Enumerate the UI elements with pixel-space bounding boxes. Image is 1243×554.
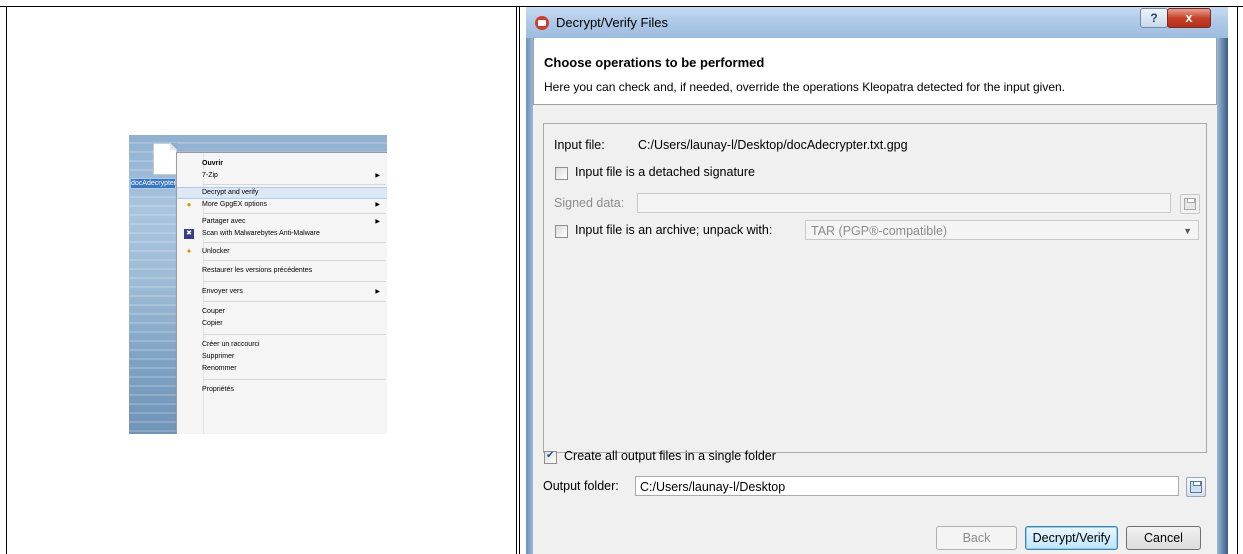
- context-menu-screenshot: docAdecrypter.txt.gpg Ouvrir 7-Zip ▶ Dec…: [129, 135, 387, 434]
- menu-item-decrypt-and-verify[interactable]: Decrypt and verify: [177, 187, 387, 199]
- menu-item-delete[interactable]: Supprimer: [177, 351, 387, 363]
- back-button[interactable]: Back: [936, 526, 1017, 550]
- single-folder-checkbox[interactable]: [544, 450, 557, 464]
- menu-separator: [203, 242, 386, 243]
- signed-data-label: Signed data:: [554, 196, 625, 210]
- header-title: Choose operations to be performed: [544, 55, 765, 70]
- header-subtitle: Here you can check and, if needed, overr…: [544, 80, 1066, 94]
- signed-data-browse-button[interactable]: [1180, 194, 1200, 214]
- operations-group: Input file: C:/Users/launay-l/Desktop/do…: [543, 123, 1207, 453]
- kleopatra-app-icon: [535, 16, 549, 30]
- input-file-label: Input file:: [554, 138, 605, 152]
- submenu-arrow-icon: ▶: [375, 202, 380, 208]
- decrypt-verify-button[interactable]: Decrypt/Verify: [1025, 526, 1118, 550]
- menu-separator: [203, 281, 386, 282]
- wizard-header: Choose operations to be performed Here y…: [533, 38, 1217, 105]
- dialog-title: Decrypt/Verify Files: [556, 15, 668, 30]
- menu-item-create-shortcut[interactable]: Créer un raccourci: [177, 339, 387, 351]
- single-folder-label: Create all output files in a single fold…: [564, 449, 776, 463]
- table-column-divider-2: [519, 6, 520, 554]
- wand-icon: ✦: [185, 247, 193, 256]
- menu-item-7zip[interactable]: 7-Zip ▶: [177, 170, 387, 182]
- menu-item-properties[interactable]: Propriétés: [177, 384, 387, 396]
- cancel-button[interactable]: Cancel: [1126, 526, 1201, 550]
- menu-separator: [203, 260, 386, 261]
- menu-item-more-gpgex-options[interactable]: ● More GpgEX options ▶: [177, 199, 387, 211]
- menu-separator: [203, 301, 386, 302]
- submenu-arrow-icon: ▶: [375, 289, 380, 295]
- archive-label: Input file is an archive; unpack with:: [575, 223, 773, 237]
- menu-item-cut[interactable]: Couper: [177, 306, 387, 318]
- table-right-border: [1237, 6, 1238, 554]
- menu-item-rename[interactable]: Renommer: [177, 363, 387, 375]
- lock-icon: ●: [186, 200, 192, 209]
- chevron-down-icon: ▼: [1183, 226, 1192, 236]
- signed-data-input[interactable]: [637, 193, 1171, 213]
- detached-signature-label: Input file is a detached signature: [575, 165, 755, 179]
- archive-checkbox[interactable]: [555, 225, 568, 238]
- menu-separator: [203, 379, 386, 380]
- decrypt-verify-dialog: Decrypt/Verify Files ? x Choose operatio…: [526, 7, 1228, 554]
- output-folder-label: Output folder:: [543, 479, 619, 493]
- file-name-label: docAdecrypter.txt.gpg: [131, 179, 175, 188]
- input-file-value: C:/Users/launay-l/Desktop/docAdecrypter.…: [638, 138, 908, 152]
- menu-item-send-to[interactable]: Envoyer vers ▶: [177, 286, 387, 298]
- table-column-divider: [516, 6, 517, 554]
- submenu-arrow-icon: ▶: [375, 219, 380, 225]
- help-button[interactable]: ?: [1140, 8, 1168, 28]
- context-menu: Ouvrir 7-Zip ▶ Decrypt and verify ● More…: [176, 152, 387, 434]
- archive-format-select[interactable]: TAR (PGP®-compatible) ▼: [805, 220, 1199, 240]
- menu-separator: [203, 334, 386, 335]
- submenu-arrow-icon: ▶: [375, 173, 380, 179]
- detached-signature-checkbox[interactable]: [555, 167, 568, 180]
- menu-item-malwarebytes-scan[interactable]: ✖ Scan with Malwarebytes Anti-Malware: [177, 228, 387, 240]
- dialog-titlebar[interactable]: Decrypt/Verify Files ? x: [526, 7, 1228, 38]
- menu-separator: [203, 213, 386, 214]
- table-left-border: [6, 6, 7, 554]
- menu-item-restore-previous-versions[interactable]: Restaurer les versions précédentes: [177, 265, 387, 277]
- menu-separator: [203, 184, 386, 185]
- floppy-disk-icon: [1184, 198, 1196, 210]
- gpg-file-icon[interactable]: [153, 143, 177, 175]
- output-folder-browse-button[interactable]: [1186, 477, 1206, 497]
- malwarebytes-icon: ✖: [184, 229, 194, 239]
- dialog-client-area: Choose operations to be performed Here y…: [533, 38, 1217, 554]
- menu-item-unlocker[interactable]: ✦ Unlocker: [177, 246, 387, 258]
- menu-item-share-with[interactable]: Partager avec ▶: [177, 216, 387, 228]
- menu-item-open[interactable]: Ouvrir: [177, 158, 387, 170]
- menu-item-copy[interactable]: Copier: [177, 318, 387, 330]
- floppy-disk-icon: [1190, 481, 1202, 493]
- archive-format-value: TAR (PGP®-compatible): [811, 224, 948, 238]
- close-button[interactable]: x: [1167, 8, 1211, 28]
- output-folder-input[interactable]: C:/Users/launay-l/Desktop: [635, 476, 1179, 496]
